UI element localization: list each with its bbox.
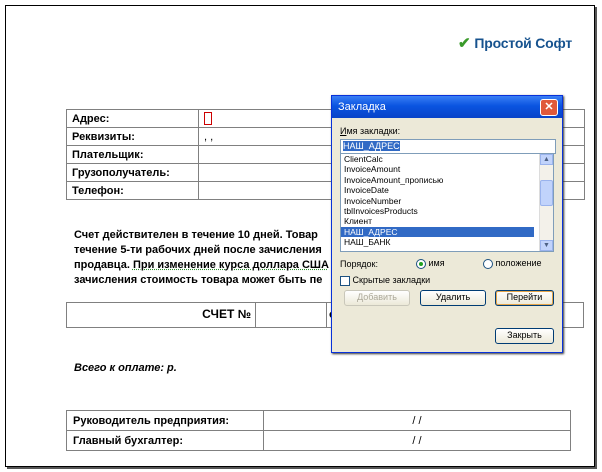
checkbox-icon[interactable]	[340, 275, 350, 286]
list-scrollbar[interactable]: ▲ ▼	[539, 154, 553, 251]
hidden-bookmarks-checkbox[interactable]: Скрытые закладки	[340, 275, 430, 286]
order-by-position-radio[interactable]: положение	[483, 258, 541, 269]
invoice-number-value[interactable]	[256, 303, 327, 327]
name-label-text: мя закладки:	[346, 126, 401, 136]
bookmark-name-label: Имя закладки:	[340, 126, 400, 136]
list-item[interactable]: НАШ_БАНК	[341, 237, 534, 247]
table-row: Главный бухгалтер: / /	[66, 430, 571, 451]
delete-button[interactable]: Удалить	[420, 290, 486, 306]
bookmark-name-value: НАШ_АДРЕС	[343, 141, 400, 151]
order-by-name-radio[interactable]: имя	[416, 258, 445, 269]
bookmark-list[interactable]: ClientCalc InvoiceAmount InvoiceAmount_п…	[340, 153, 554, 252]
radio-icon[interactable]	[483, 258, 493, 269]
payer-label: Плательщик:	[66, 145, 199, 164]
bookmark-name-input[interactable]: НАШ_АДРЕС	[340, 139, 556, 154]
text-cursor	[204, 112, 212, 125]
list-item-selected[interactable]: НАШ_АДРЕС	[341, 226, 534, 238]
address-label: Адрес:	[66, 109, 199, 128]
list-item[interactable]: InvoiceAmount	[341, 164, 534, 174]
close-icon[interactable]: ✕	[540, 99, 558, 116]
requisites-label: Реквизиты:	[66, 127, 199, 146]
dialog-titlebar[interactable]: Закладка ✕	[332, 96, 562, 118]
list-item[interactable]: InvoiceDate	[341, 185, 534, 195]
terms-line-3b: При изменение курса доллара США	[132, 259, 329, 271]
dialog-title: Закладка	[338, 101, 386, 113]
radio-position-label: положение	[495, 258, 542, 268]
list-item[interactable]: InvoiceNumber	[341, 196, 534, 206]
terms-line-3a: продавца.	[74, 259, 133, 271]
goto-button[interactable]: Перейти	[495, 290, 554, 306]
checkmark-icon: ✔	[458, 35, 471, 52]
signature-table: Руководитель предприятия: / / Главный бух…	[66, 410, 571, 451]
company-logo: ✔ Простой Софт	[458, 34, 572, 52]
scroll-thumb[interactable]	[540, 180, 553, 206]
accountant-label: Главный бухгалтер:	[66, 430, 264, 451]
list-item[interactable]: Клиент	[341, 216, 534, 226]
order-label: Порядок:	[340, 259, 378, 269]
logo-text: Простой Софт	[474, 35, 573, 51]
close-button[interactable]: Закрыть	[495, 328, 554, 344]
scroll-down-icon[interactable]: ▼	[540, 240, 553, 251]
list-item[interactable]: tblInvoicesProducts	[341, 206, 534, 216]
bookmark-dialog: Закладка ✕ Имя закладки: НАШ_АДРЕС Clien…	[331, 95, 563, 353]
radio-name-label: имя	[428, 258, 445, 268]
list-item[interactable]: InvoiceAmount_прописью	[341, 175, 534, 185]
director-signature[interactable]: / /	[263, 410, 571, 431]
director-label: Руководитель предприятия:	[66, 410, 264, 431]
hidden-bookmarks-label: Скрытые закладки	[352, 275, 431, 285]
scroll-up-icon[interactable]: ▲	[540, 154, 553, 165]
radio-checked-icon[interactable]	[416, 258, 426, 269]
table-row: Руководитель предприятия: / /	[66, 410, 571, 431]
list-item[interactable]: ClientCalc	[341, 154, 534, 164]
total-label: Всего к оплате: р.	[74, 362, 177, 374]
add-button[interactable]: Добавить	[344, 290, 410, 306]
consignee-label: Грузополучатель:	[66, 163, 199, 182]
invoice-number-label: СЧЕТ №	[67, 303, 256, 327]
phone-label: Телефон:	[66, 181, 199, 200]
accountant-signature[interactable]: / /	[263, 430, 571, 451]
